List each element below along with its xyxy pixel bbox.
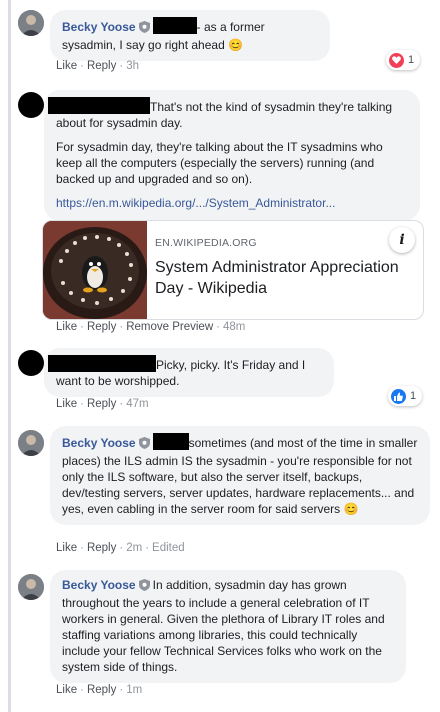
reply-link[interactable]: Reply: [87, 542, 116, 554]
edited-label[interactable]: Edited: [152, 542, 185, 554]
avatar[interactable]: [18, 574, 44, 600]
comment-time[interactable]: 47m: [126, 398, 148, 410]
comment-actions: Like · Reply · 3h: [56, 60, 139, 72]
comment-time[interactable]: 1m: [126, 684, 142, 696]
redacted-name: [152, 433, 189, 450]
comment-bubble: Becky Yoose - as a former sysadmin, I say…: [50, 10, 330, 61]
comment-actions: Like · Reply · 1m: [56, 684, 143, 696]
shield-icon: [138, 21, 150, 37]
avatar[interactable]: [18, 430, 44, 456]
avatar[interactable]: [18, 92, 44, 118]
comment-actions: Like · Reply · 2m · Edited: [56, 542, 185, 554]
like-link[interactable]: Like: [56, 398, 77, 410]
avatar[interactable]: [18, 350, 44, 376]
comment-author[interactable]: Becky Yoose: [62, 578, 136, 592]
heart-icon: [389, 52, 404, 68]
info-icon[interactable]: i: [389, 227, 415, 253]
comment-link[interactable]: https://en.m.wikipedia.org/.../System_Ad…: [56, 195, 408, 211]
like-link[interactable]: Like: [56, 542, 77, 554]
comment-time[interactable]: 48m: [223, 321, 245, 333]
like-link[interactable]: Like: [56, 321, 77, 333]
comment-actions: Like · Reply · 47m: [56, 398, 149, 410]
thumbs-up-icon: [391, 388, 406, 404]
shield-icon: [138, 437, 150, 453]
comment-author[interactable]: Becky Yoose: [62, 20, 136, 34]
redacted-name: [152, 17, 197, 34]
link-preview[interactable]: EN.WIKIPEDIA.ORG System Administrator Ap…: [42, 220, 424, 320]
reaction-badge[interactable]: 1: [386, 50, 421, 70]
reply-link[interactable]: Reply: [87, 684, 116, 696]
comment-text: For sysadmin day, they're talking about …: [56, 140, 383, 186]
comment-bubble: That's not the kind of sysadmin they're …: [44, 90, 420, 221]
thread-line: [8, 0, 11, 712]
like-link[interactable]: Like: [56, 684, 77, 696]
comment-actions: Like · Reply · Remove Preview · 48m: [56, 321, 246, 333]
reaction-count: 1: [408, 54, 415, 66]
like-link[interactable]: Like: [56, 60, 77, 72]
comment-author[interactable]: Becky Yoose: [62, 436, 136, 450]
reply-link[interactable]: Reply: [87, 321, 116, 333]
redacted-name: [48, 97, 150, 114]
avatar[interactable]: [18, 10, 44, 36]
comment-bubble: Becky Yoose In addition, sysadmin day has…: [50, 570, 406, 683]
preview-title[interactable]: System Administrator Appreciation Day - …: [155, 257, 405, 299]
comment-bubble: Picky, picky. It's Friday and I want to …: [44, 348, 334, 397]
comment-bubble: Becky Yoose sometimes (and most of the ti…: [50, 426, 430, 525]
remove-preview-link[interactable]: Remove Preview: [126, 321, 213, 333]
shield-icon: [138, 579, 150, 595]
reply-link[interactable]: Reply: [87, 398, 116, 410]
reaction-badge[interactable]: 1: [388, 386, 423, 406]
reaction-count: 1: [410, 390, 417, 402]
comment-time[interactable]: 2m: [126, 542, 142, 554]
redacted-name: [48, 355, 156, 372]
preview-image: [43, 221, 147, 319]
reply-link[interactable]: Reply: [87, 60, 116, 72]
comment-time[interactable]: 3h: [126, 60, 139, 72]
comment-text: In addition, sysadmin day has grown thro…: [62, 578, 385, 674]
preview-site: EN.WIKIPEDIA.ORG: [155, 237, 257, 249]
